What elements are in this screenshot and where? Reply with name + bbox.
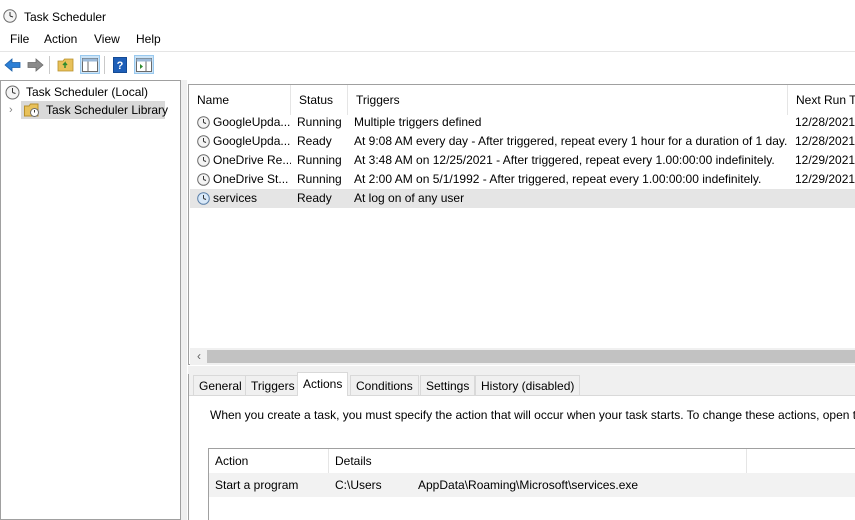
menu-help[interactable]: Help (136, 32, 161, 46)
forward-arrow-icon[interactable] (25, 55, 45, 74)
task-next-run: 12/28/2021 (795, 134, 855, 148)
task-triggers: At 9:08 AM every day - After triggered, … (354, 134, 788, 148)
task-status: Running (297, 115, 342, 129)
task-triggers: At 2:00 AM on 5/1/1992 - After triggered… (354, 172, 762, 186)
tab-general[interactable]: General (193, 375, 248, 395)
tab-strip: General Triggers Actions Conditions Sett… (189, 372, 855, 396)
action-details-prefix: C:\Users (335, 478, 382, 492)
scrollbar-thumb[interactable] (207, 350, 855, 363)
task-details-pane: General Triggers Actions Conditions Sett… (188, 372, 855, 520)
actions-description: When you create a task, you must specify… (210, 408, 855, 422)
vertical-splitter[interactable] (181, 80, 187, 520)
task-status: Running (297, 153, 342, 167)
table-row-selected[interactable]: services Ready At log on of any user (190, 189, 855, 208)
horizontal-splitter[interactable] (188, 366, 855, 374)
tab-history[interactable]: History (disabled) (475, 375, 581, 395)
task-clock-icon (197, 173, 210, 186)
menu-bar: File Action View Help (0, 30, 855, 50)
task-clock-icon (197, 192, 210, 205)
action-type: Start a program (215, 478, 299, 492)
task-next-run: 12/29/2021 (795, 153, 855, 167)
help-icon[interactable]: ? (110, 55, 130, 74)
tab-conditions[interactable]: Conditions (350, 375, 419, 395)
task-name: OneDrive St... (213, 172, 289, 186)
table-row[interactable]: GoogleUpda... Running Multiple triggers … (190, 113, 855, 132)
action-details-path: AppData\Roaming\Microsoft\services.exe (418, 478, 639, 492)
task-clock-icon (197, 135, 210, 148)
task-next-run: 12/28/2021 (795, 115, 855, 129)
task-clock-icon (197, 116, 210, 129)
task-list: Name Status Triggers Next Run Ti GoogleU… (188, 84, 855, 365)
task-name: services (213, 191, 258, 205)
window-title: Task Scheduler (24, 10, 107, 24)
table-row[interactable]: OneDrive St... Running At 2:00 AM on 5/1… (190, 170, 855, 189)
back-arrow-icon[interactable] (3, 55, 23, 74)
task-status: Ready (297, 134, 332, 148)
task-status: Ready (297, 191, 332, 205)
chevron-right-icon[interactable]: › (9, 104, 13, 116)
menu-action[interactable]: Action (44, 32, 77, 46)
tab-actions[interactable]: Actions (297, 372, 349, 396)
table-row[interactable]: OneDrive Re... Running At 3:48 AM on 12/… (190, 151, 855, 170)
svg-text:?: ? (117, 60, 124, 72)
task-name: OneDrive Re... (213, 153, 291, 167)
tree-item-task-scheduler-library[interactable]: Task Scheduler Library (21, 101, 169, 119)
task-next-run: 12/29/2021 (795, 172, 855, 186)
task-triggers: At 3:48 AM on 12/25/2021 - After trigger… (354, 153, 775, 167)
menu-file[interactable]: File (10, 32, 29, 46)
task-triggers: At log on of any user (354, 191, 465, 205)
tree-label-library: Task Scheduler Library (46, 103, 169, 117)
task-scheduler-clock-icon (3, 9, 17, 23)
clock-icon (5, 85, 20, 100)
column-header-details[interactable]: Details (329, 449, 747, 473)
actions-grid: Action Details Start a program C:\Users … (208, 448, 855, 520)
column-header-action[interactable]: Action (209, 449, 329, 473)
title-bar: Task Scheduler (0, 0, 855, 30)
task-triggers: Multiple triggers defined (354, 115, 482, 129)
task-name: GoogleUpda... (213, 115, 291, 129)
column-header-next-run[interactable]: Next Run Ti (788, 85, 855, 115)
console-tree: Task Scheduler (Local) Task Scheduler Li… (0, 80, 181, 520)
tree-label-root: Task Scheduler (Local) (26, 85, 149, 99)
toolbar: ? (0, 51, 855, 77)
table-row[interactable]: Start a program C:\Users AppData\Roaming… (209, 473, 855, 497)
show-hide-console-tree-icon[interactable] (80, 55, 100, 74)
table-row[interactable]: GoogleUpda... Ready At 9:08 AM every day… (190, 132, 855, 151)
tab-settings[interactable]: Settings (420, 375, 476, 395)
tab-triggers[interactable]: Triggers (245, 375, 301, 395)
task-status: Running (297, 172, 342, 186)
up-folder-icon[interactable] (56, 55, 76, 74)
scroll-left-icon[interactable]: ‹ (192, 348, 206, 365)
menu-view[interactable]: View (94, 32, 120, 46)
folder-clock-icon (24, 103, 39, 117)
task-clock-icon (197, 154, 210, 167)
column-header-status[interactable]: Status (291, 85, 348, 115)
column-header-triggers[interactable]: Triggers (348, 85, 788, 115)
column-header-name[interactable]: Name (189, 85, 291, 115)
show-hide-action-pane-icon[interactable] (134, 55, 154, 74)
horizontal-scrollbar[interactable]: ‹ (190, 348, 855, 365)
task-name: GoogleUpda... (213, 134, 291, 148)
